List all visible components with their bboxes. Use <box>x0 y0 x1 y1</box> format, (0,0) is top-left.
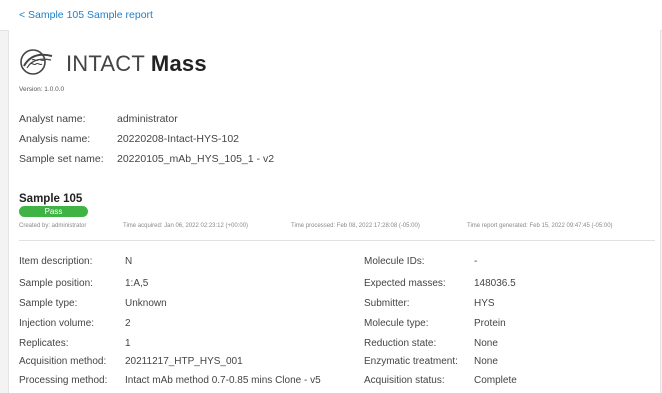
status-badge: Pass <box>19 206 88 217</box>
submitter-value: HYS <box>474 298 495 309</box>
back-to-sample-report-link[interactable]: < Sample 105 Sample report <box>19 9 153 21</box>
time-acquired-text: Time acquired: Jan 06, 2022 02:23:12 (+0… <box>123 223 249 229</box>
section-divider <box>19 240 655 241</box>
processing-method-value: Intact mAb method 0.7-0.85 mins Clone - … <box>125 375 321 386</box>
analysis-name-value: 20220208-Intact-HYS-102 <box>117 133 239 145</box>
acquisition-method-label: Acquisition method: <box>19 356 107 367</box>
sample-position-value: 1:A,5 <box>125 278 149 289</box>
intact-mass-logo-icon <box>20 49 53 75</box>
replicates-label: Replicates: <box>19 338 69 349</box>
product-title-bold: Mass <box>150 51 207 76</box>
product-title-light: INTACT <box>66 51 145 76</box>
top-bar: < Sample 105 Sample report <box>0 0 662 30</box>
time-processed-text: Time processed: Feb 08, 2022 17:28:08 (-… <box>291 223 420 229</box>
processing-method-label: Processing method: <box>19 375 108 386</box>
sample-set-name-label: Sample set name: <box>19 153 104 165</box>
injection-volume-value: 2 <box>125 318 131 329</box>
analyst-name-value: administrator <box>117 113 178 125</box>
molecule-type-value: Protein <box>474 318 506 329</box>
submitter-label: Submitter: <box>364 298 410 309</box>
analyst-name-label: Analyst name: <box>19 113 86 125</box>
acquisition-method-value: 20211217_HTP_HYS_001 <box>125 356 243 367</box>
analysis-name-label: Analysis name: <box>19 133 91 145</box>
expected-masses-label: Expected masses: <box>364 278 446 289</box>
acquisition-status-label: Acquisition status: <box>364 375 445 386</box>
sample-set-name-value: 20220105_mAb_HYS_105_1 - v2 <box>117 153 275 165</box>
enzymatic-treatment-value: None <box>474 356 498 367</box>
sample-type-value: Unknown <box>125 298 167 309</box>
reduction-state-label: Reduction state: <box>364 338 437 349</box>
injection-volume-label: Injection volume: <box>19 318 95 329</box>
molecule-ids-value: - <box>474 256 478 267</box>
time-report-generated-text: Time report generated: Feb 15, 2022 09:4… <box>467 223 613 229</box>
sample-title: Sample 105 <box>19 193 83 205</box>
version-text: Version: 1.0.0.0 <box>19 86 65 93</box>
sample-position-label: Sample position: <box>19 278 93 289</box>
expected-masses-value: 148036.5 <box>474 278 516 289</box>
enzymatic-treatment-label: Enzymatic treatment: <box>364 356 458 367</box>
reduction-state-value: None <box>474 338 498 349</box>
report-panel <box>8 30 661 393</box>
molecule-ids-label: Molecule IDs: <box>364 256 425 267</box>
created-by-text: Created by: administrator <box>19 223 87 229</box>
sample-type-label: Sample type: <box>19 298 78 309</box>
molecule-type-label: Molecule type: <box>364 318 429 329</box>
replicates-value: 1 <box>125 338 131 349</box>
acquisition-status-value: Complete <box>474 375 517 386</box>
product-title: INTACT Mass <box>66 51 207 77</box>
item-description-value: N <box>125 256 133 267</box>
item-description-label: Item description: <box>19 256 93 267</box>
